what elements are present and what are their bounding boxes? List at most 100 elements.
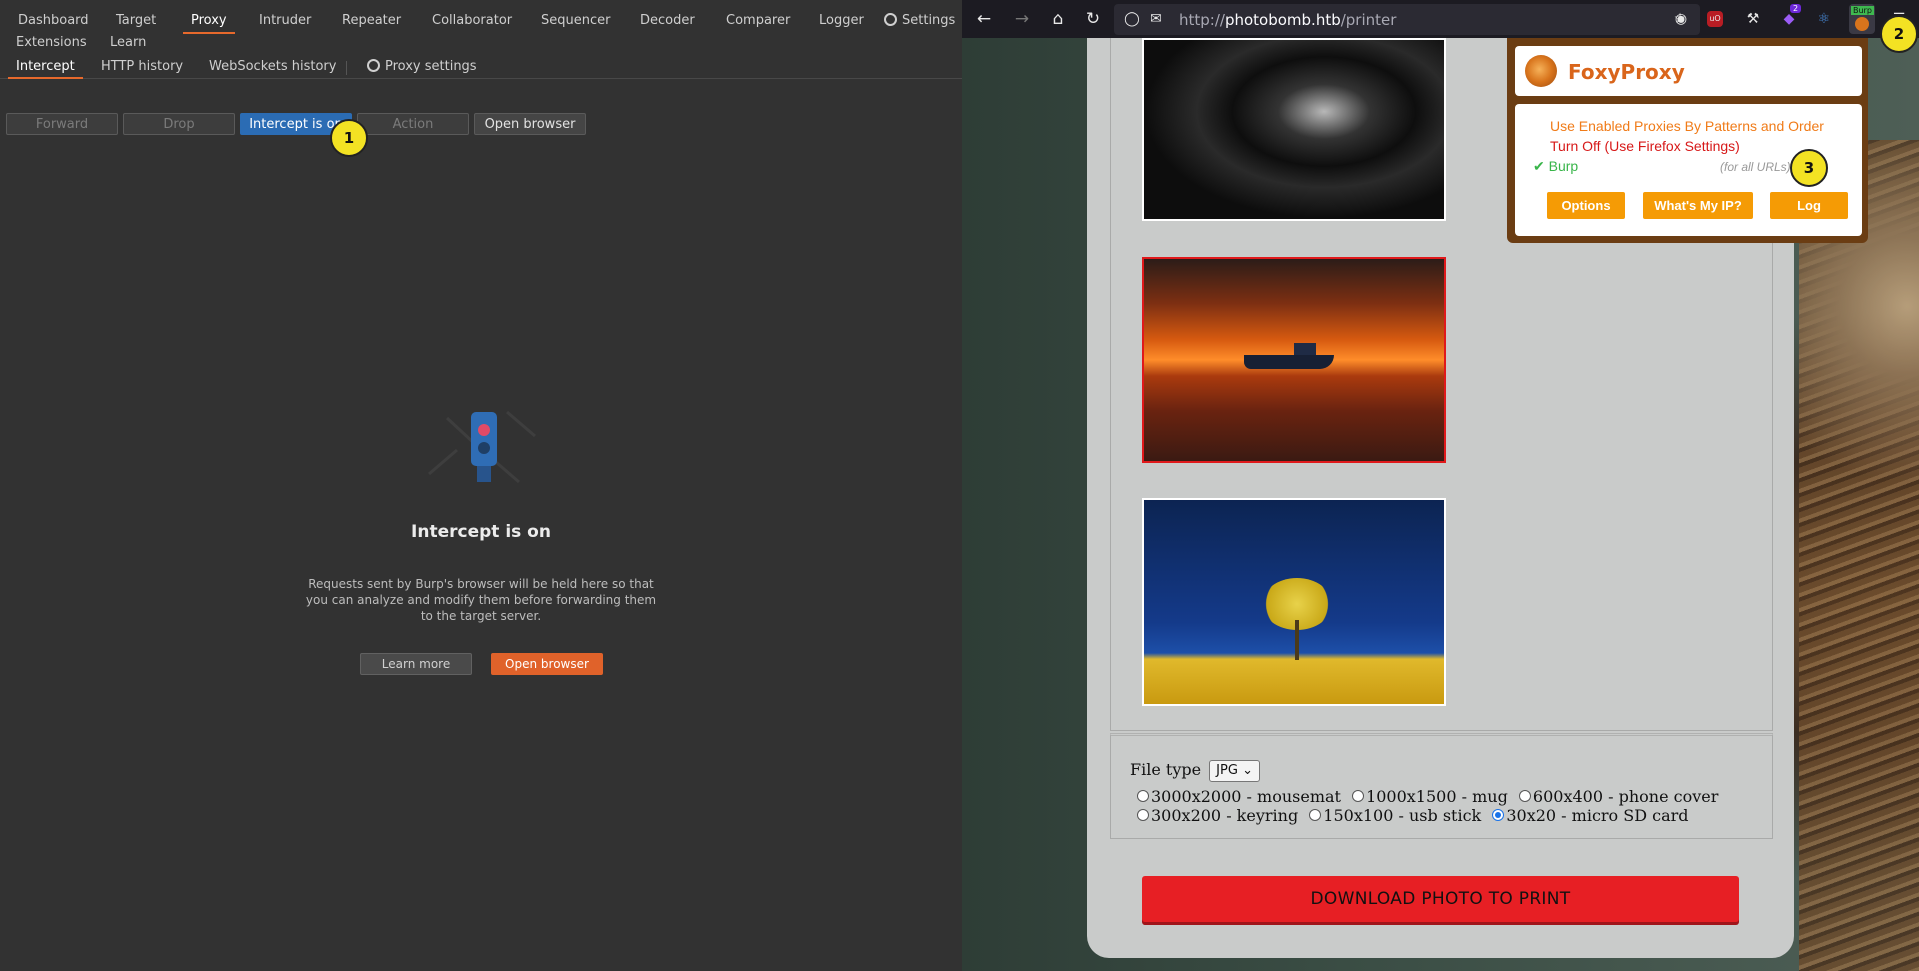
subtab-proxy-settings[interactable]: Proxy settings	[359, 57, 485, 79]
size-option[interactable]: 600x400 - phone cover	[1518, 787, 1719, 806]
chevron-down-icon: ⌄	[1242, 763, 1253, 778]
empty-state-title: Intercept is on	[411, 522, 551, 542]
size-option[interactable]: 150x100 - usb stick	[1309, 806, 1481, 825]
drop-button[interactable]: Drop	[123, 113, 235, 135]
photo-image	[1144, 500, 1444, 704]
tab-sequencer[interactable]: Sequencer	[533, 10, 618, 32]
url-bar[interactable]: ◯ ✉ http://photobomb.htb/printer ☆	[1114, 4, 1700, 35]
browser-toolbar: ← → ⌂ ↻ ◯ ✉ http://photobomb.htb/printer…	[962, 0, 1919, 38]
option-turn-off[interactable]: Turn Off (Use Firefox Settings)	[1550, 138, 1740, 154]
photo-image	[1144, 40, 1444, 219]
foxyproxy-header: FoxyProxy	[1515, 46, 1862, 96]
annotation-badge-2: 2	[1880, 15, 1918, 53]
burp-main-tabs: Dashboard Target Proxy Intruder Repeater…	[0, 8, 962, 54]
size-radio-row-2: 300x200 - keyring 150x100 - usb stick 30…	[1137, 806, 1767, 825]
back-arrow-icon[interactable]: ←	[974, 9, 994, 29]
tab-target[interactable]: Target	[108, 10, 164, 32]
annotation-badge-1: 1	[330, 119, 368, 157]
burp-menubar	[0, 0, 962, 6]
radio-button-checked[interactable]	[1492, 809, 1505, 821]
url-path: /printer	[1340, 11, 1397, 29]
shield-icon[interactable]: ◯	[1122, 9, 1142, 29]
gear-icon	[367, 59, 380, 72]
tab-learn[interactable]: Learn	[102, 32, 154, 54]
file-type-select[interactable]: JPG ⌄	[1209, 760, 1260, 782]
tab-settings-label: Settings	[902, 13, 956, 28]
subtab-intercept[interactable]: Intercept	[8, 57, 83, 79]
tab-settings[interactable]: Settings	[876, 10, 963, 32]
foxyproxy-title: FoxyProxy	[1568, 60, 1685, 84]
boat-shape	[1244, 355, 1334, 369]
tab-dashboard[interactable]: Dashboard	[10, 10, 97, 32]
forward-button[interactable]: Forward	[6, 113, 118, 135]
option-use-patterns[interactable]: Use Enabled Proxies By Patterns and Orde…	[1550, 118, 1824, 134]
size-option-label: 300x200 - keyring	[1151, 806, 1299, 825]
tab-collaborator[interactable]: Collaborator	[424, 10, 520, 32]
tab-repeater[interactable]: Repeater	[334, 10, 409, 32]
options-button[interactable]: Options	[1547, 192, 1625, 219]
log-button[interactable]: Log	[1770, 192, 1848, 219]
photo-car[interactable]	[1142, 38, 1446, 221]
home-icon[interactable]: ⌂	[1048, 9, 1068, 29]
size-option[interactable]: 1000x1500 - mug	[1352, 787, 1508, 806]
size-option[interactable]: 30x20 - micro SD card	[1492, 806, 1689, 825]
subtab-websockets-history[interactable]: WebSockets history	[201, 57, 344, 79]
size-option-label: 150x100 - usb stick	[1323, 806, 1482, 825]
size-option-label: 600x400 - phone cover	[1532, 787, 1719, 806]
url-host: photobomb.htb	[1224, 11, 1341, 29]
reload-icon[interactable]: ↻	[1083, 9, 1103, 29]
whats-my-ip-button[interactable]: What's My IP?	[1643, 192, 1753, 219]
ublock-icon[interactable]: uO	[1707, 11, 1723, 27]
fox-icon	[1855, 17, 1869, 31]
burp-window: Dashboard Target Proxy Intruder Repeater…	[0, 0, 962, 971]
lock-icon[interactable]: ✉	[1146, 9, 1166, 29]
open-browser-primary-button[interactable]: Open browser	[491, 653, 603, 675]
url-scheme: http://	[1179, 11, 1225, 29]
size-option[interactable]: 300x200 - keyring	[1137, 806, 1298, 825]
radio-button[interactable]	[1309, 809, 1322, 821]
size-option-label: 3000x2000 - mousemat	[1151, 787, 1341, 806]
notification-count: 2	[1790, 4, 1802, 13]
flask-icon[interactable]: ⚛	[1814, 9, 1834, 29]
radio-button[interactable]	[1518, 790, 1531, 802]
foxyproxy-popup: FoxyProxy Use Enabled Proxies By Pattern…	[1507, 38, 1868, 243]
download-photo-button[interactable]: DOWNLOAD PHOTO TO PRINT	[1142, 876, 1739, 922]
print-options: File type JPG ⌄ 3000x2000 - mousemat 100…	[1110, 733, 1773, 839]
size-option[interactable]: 3000x2000 - mousemat	[1137, 787, 1341, 806]
annotation-badge-3: 3	[1790, 149, 1828, 187]
subtab-http-history[interactable]: HTTP history	[93, 57, 191, 79]
size-radio-row-1: 3000x2000 - mousemat 1000x1500 - mug 600…	[1137, 787, 1767, 806]
tab-separator	[346, 61, 347, 75]
photo-tree[interactable]	[1142, 498, 1446, 706]
incognito-mask-icon[interactable]: ◉	[1671, 9, 1691, 29]
radio-button[interactable]	[1352, 790, 1365, 802]
size-option-label: 30x20 - micro SD card	[1506, 806, 1689, 825]
action-button[interactable]: Action	[357, 113, 469, 135]
tab-intruder[interactable]: Intruder	[251, 10, 319, 32]
file-type-row: File type JPG ⌄	[1130, 760, 1260, 782]
learn-more-button[interactable]: Learn more	[360, 653, 472, 675]
firefox-window: ← → ⌂ ↻ ◯ ✉ http://photobomb.htb/printer…	[962, 0, 1919, 971]
tab-extensions[interactable]: Extensions	[8, 32, 95, 54]
subtab-proxy-settings-label: Proxy settings	[385, 59, 477, 74]
option-burp[interactable]: ✔ Burp	[1533, 158, 1578, 175]
empty-state-description: Requests sent by Burp's browser will be …	[305, 577, 657, 623]
radio-button[interactable]	[1137, 809, 1149, 821]
fox-logo-icon	[1525, 55, 1557, 87]
tab-proxy[interactable]: Proxy	[183, 10, 235, 34]
tab-decoder[interactable]: Decoder	[632, 10, 703, 32]
foxyproxy-extension-button[interactable]: Burp	[1849, 4, 1875, 34]
file-type-label: File type	[1130, 760, 1202, 779]
photo-image	[1144, 259, 1444, 461]
tab-comparer[interactable]: Comparer	[718, 10, 798, 32]
gear-icon	[884, 13, 897, 26]
proxy-sub-tabs: Intercept HTTP history WebSockets histor…	[0, 55, 962, 79]
forward-arrow-icon[interactable]: →	[1012, 9, 1032, 29]
burp-note: (for all URLs)	[1720, 160, 1791, 174]
tab-logger[interactable]: Logger	[811, 10, 872, 32]
radio-button[interactable]	[1137, 790, 1149, 802]
background-hair	[1799, 140, 1919, 971]
open-browser-button[interactable]: Open browser	[474, 113, 586, 135]
wrench-icon[interactable]: ⚒	[1743, 9, 1763, 29]
photo-boat[interactable]	[1142, 257, 1446, 463]
